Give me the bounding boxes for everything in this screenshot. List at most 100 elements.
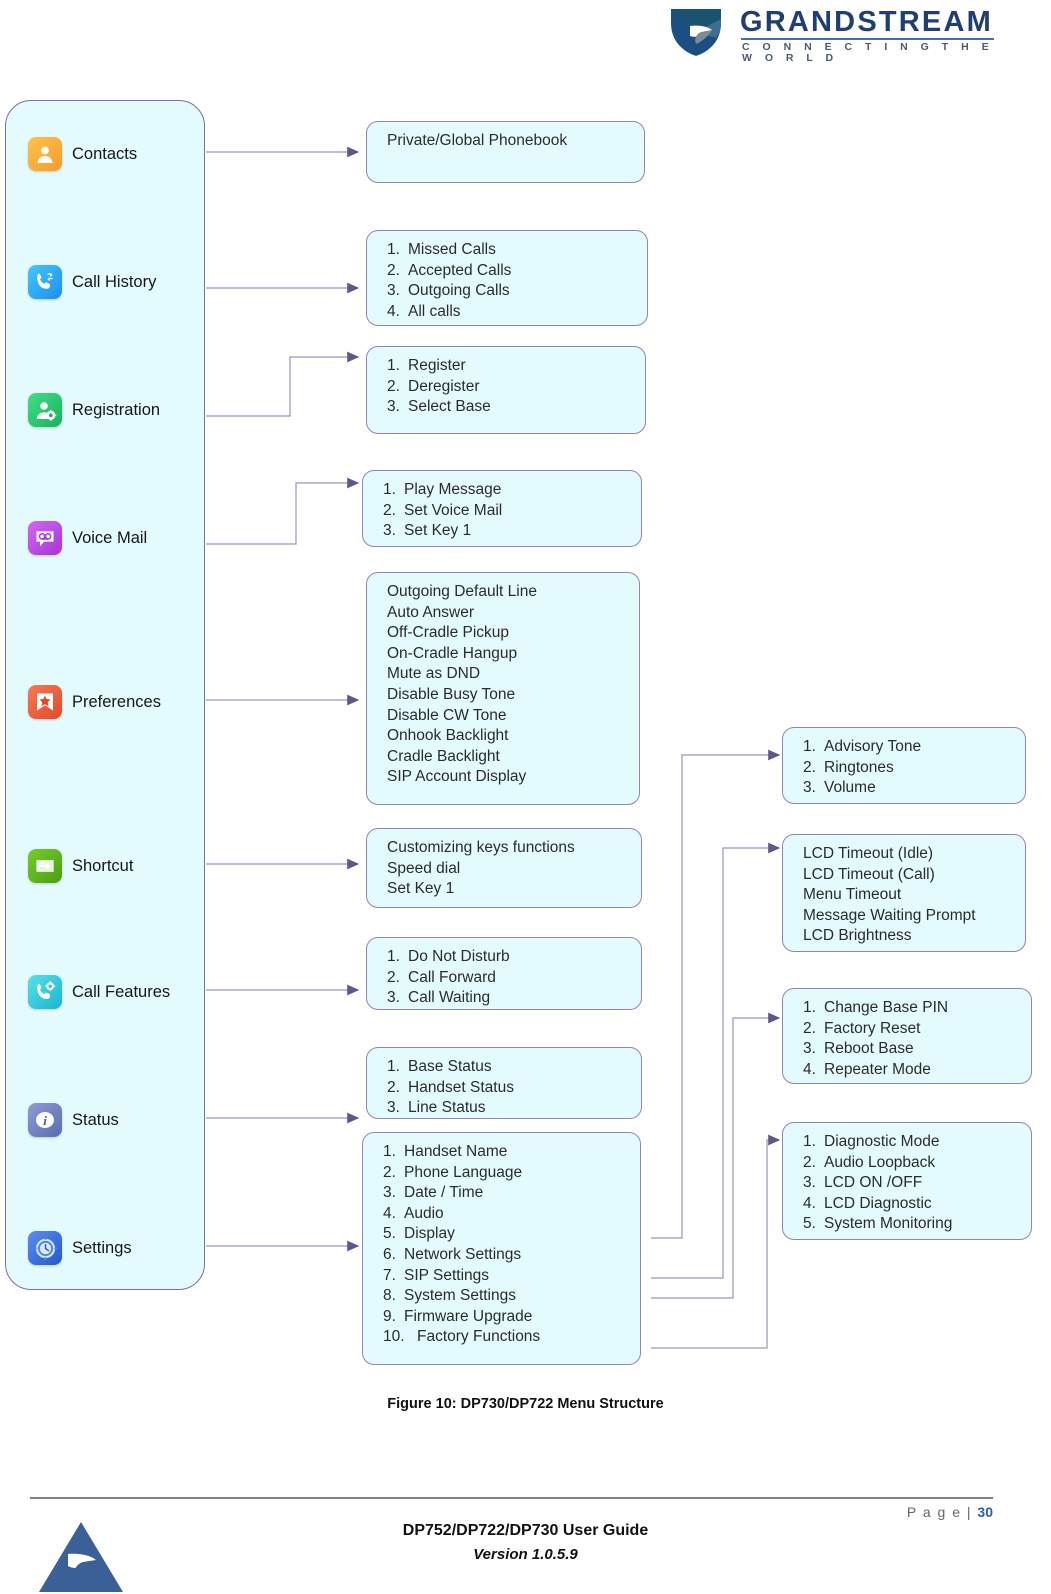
submenu-line: 3. Reboot Base xyxy=(803,1039,1017,1060)
menu-item-preferences[interactable]: Preferences xyxy=(28,681,161,723)
submenu-line-text: Network Settings xyxy=(404,1245,522,1263)
menu-item-label: Preferences xyxy=(72,692,161,711)
submenu-line-text: LCD ON /OFF xyxy=(824,1174,923,1192)
submenu-line: Private/Global Phonebook xyxy=(387,132,568,149)
submenu-line-text: Factory Functions xyxy=(417,1328,541,1346)
submenu-line-number: 9. xyxy=(383,1307,396,1325)
submenu-line: 5. Display xyxy=(383,1224,626,1245)
submenu-line-text: Ringtones xyxy=(824,758,894,776)
submenu-line-text: Call Waiting xyxy=(408,989,491,1007)
submenu-line-text: System Settings xyxy=(404,1287,516,1305)
submenu-line-number: 2. xyxy=(383,1163,396,1181)
submenu-line-text: Advisory Tone xyxy=(824,738,922,755)
submenu-line-number: 1. xyxy=(387,1058,400,1075)
submenu-line-number: 2. xyxy=(383,501,396,519)
submenu-box-settings: 1. Handset Name 2. Phone Language 3. Date / T… xyxy=(362,1132,641,1365)
figure-caption: Figure 10: DP730/DP722 Menu Structure xyxy=(387,1396,664,1412)
submenu-line: Set Key 1 xyxy=(387,880,455,898)
footer-document-title: DP752/DP722/DP730 User Guide xyxy=(402,1522,649,1539)
footer-document-version: Version 1.0.5.9 xyxy=(473,1546,578,1563)
submenu-line: Mute as DND xyxy=(387,665,481,683)
submenu-line-text: Diagnostic Mode xyxy=(824,1133,940,1150)
call-features-icon xyxy=(28,975,62,1009)
submenu-line-text: Base Status xyxy=(408,1058,492,1075)
footer-divider xyxy=(30,1497,993,1499)
submenu-line: 4. LCD Diagnostic xyxy=(803,1194,1017,1215)
submenu-box-call-history: 1. Missed Calls 2. Accepted Calls 3. Outgoing… xyxy=(366,230,648,326)
submenu-box-system-settings: 1. Change Base PIN 2. Factory Reset 3. Reboot… xyxy=(782,988,1032,1084)
submenu-line: 2. Phone Language xyxy=(383,1163,626,1184)
submenu-line-number: 1. xyxy=(383,481,396,498)
submenu-line-text: Set Key 1 xyxy=(404,522,472,540)
submenu-line-number: 3. xyxy=(387,1099,400,1117)
submenu-line-text: System Monitoring xyxy=(824,1215,953,1233)
submenu-line: 2. Handset Status xyxy=(387,1078,627,1099)
registration-icon xyxy=(28,393,62,427)
submenu-line: SIP Account Display xyxy=(387,768,527,786)
submenu-line-number: 3. xyxy=(387,282,400,300)
submenu-line-number: 8. xyxy=(383,1287,396,1305)
submenu-line: 4. Audio xyxy=(383,1204,626,1225)
menu-item-label: Voice Mail xyxy=(72,528,148,547)
submenu-line-text: Accepted Calls xyxy=(408,261,512,279)
submenu-line-text: LCD Diagnostic xyxy=(824,1194,932,1212)
submenu-line-text: Line Status xyxy=(408,1099,486,1117)
menu-item-settings[interactable]: Settings xyxy=(28,1227,132,1269)
submenu-line: 9. Firmware Upgrade xyxy=(383,1307,626,1328)
submenu-line: 6. Network Settings xyxy=(383,1245,626,1266)
submenu-line: 3. Line Status xyxy=(387,1098,627,1119)
menu-item-call-features[interactable]: Call Features xyxy=(28,971,170,1013)
menu-item-contacts[interactable]: Contacts xyxy=(28,133,137,175)
submenu-line: Message Waiting Prompt xyxy=(803,906,976,924)
submenu-line-text: Handset Status xyxy=(408,1078,514,1096)
submenu-line-number: 3. xyxy=(387,398,400,416)
page-number: P a g e | 30 xyxy=(907,1504,993,1520)
submenu-line-text: Play Message xyxy=(404,481,502,498)
menu-item-voice-mail[interactable]: Voice Mail xyxy=(28,517,147,559)
submenu-box-display: LCD Timeout (Idle) LCD Timeout (Call) Menu… xyxy=(782,834,1026,952)
submenu-line-text: Outgoing Calls xyxy=(408,282,510,300)
submenu-line: 1. Advisory Tone xyxy=(803,737,1011,758)
status-info-icon: i xyxy=(28,1103,62,1137)
submenu-line-text: Select Base xyxy=(408,398,491,416)
submenu-line: 2. Accepted Calls xyxy=(387,261,633,282)
submenu-line: On-Cradle Hangup xyxy=(387,644,518,662)
menu-item-call-history[interactable]: Call History xyxy=(28,261,156,303)
submenu-line: 2. Deregister xyxy=(387,377,631,398)
submenu-line-number: 3. xyxy=(803,1174,816,1192)
menu-item-label: Settings xyxy=(72,1238,132,1257)
submenu-line: Onhook Backlight xyxy=(387,727,509,745)
submenu-line-text: Deregister xyxy=(408,377,480,395)
menu-item-label: Call History xyxy=(72,272,157,291)
submenu-line: 3. Date / Time xyxy=(383,1183,626,1204)
submenu-line-number: 1. xyxy=(803,999,816,1016)
handset-main-menu-panel: Contacts Call History Registration Voice… xyxy=(5,100,205,1290)
submenu-line: 1. Do Not Disturb xyxy=(387,947,627,968)
voice-mail-icon xyxy=(28,521,62,555)
submenu-line-number: 4. xyxy=(383,1204,396,1222)
submenu-line: 1. Change Base PIN xyxy=(803,998,1017,1019)
submenu-box-contacts: Private/Global Phonebook xyxy=(366,121,645,183)
submenu-line-text: SIP Settings xyxy=(404,1266,490,1284)
submenu-line-text: Register xyxy=(408,357,466,374)
submenu-line-number: 1. xyxy=(387,357,400,374)
submenu-line-number: 1. xyxy=(803,738,816,755)
menu-item-label: Contacts xyxy=(72,144,138,163)
submenu-line-number: 5. xyxy=(383,1225,396,1243)
submenu-line-number: 10. xyxy=(383,1328,405,1346)
submenu-line: 1. Register xyxy=(387,356,631,377)
menu-item-registration[interactable]: Registration xyxy=(28,389,160,431)
menu-item-status[interactable]: i Status xyxy=(28,1099,119,1141)
submenu-box-audio: 1. Advisory Tone 2. Ringtones 3. Volume xyxy=(782,727,1026,804)
submenu-line: 3. Select Base xyxy=(387,397,631,418)
submenu-line: 2. Ringtones xyxy=(803,758,1011,779)
submenu-line-number: 1. xyxy=(803,1133,816,1150)
page-label: P a g e | xyxy=(906,1504,973,1520)
menu-item-shortcut[interactable]: Shortcut xyxy=(28,845,133,887)
submenu-line-number: 4. xyxy=(387,302,400,320)
submenu-line: 7. SIP Settings xyxy=(383,1266,626,1287)
submenu-line-text: Audio xyxy=(404,1204,444,1222)
submenu-box-voice-mail: 1. Play Message 2. Set Voice Mail 3. Set Key … xyxy=(362,470,642,547)
submenu-line: Outgoing Default Line xyxy=(387,583,537,600)
submenu-line-number: 3. xyxy=(803,1040,816,1058)
